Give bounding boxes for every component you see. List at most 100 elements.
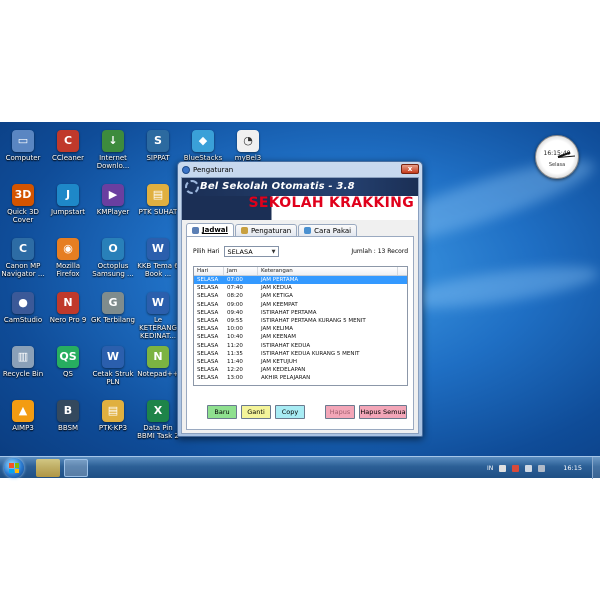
close-button[interactable]: x bbox=[401, 164, 419, 174]
copy-button[interactable]: Copy bbox=[275, 405, 305, 419]
table-row[interactable]: SELASA 12:20 JAM KEDELAPAN bbox=[194, 366, 407, 374]
desktop-icon[interactable]: ◔ myBel3 bbox=[225, 130, 271, 162]
table-row[interactable]: SELASA 13:00 AKHIR PELAJARAN bbox=[194, 374, 407, 382]
column-header-jam[interactable]: Jam bbox=[224, 267, 258, 275]
desktop-icon[interactable]: J Jumpstart bbox=[45, 184, 91, 216]
desktop-icon[interactable]: N Nero Pro 9 bbox=[45, 292, 91, 324]
desktop-icon[interactable]: QS QS bbox=[45, 346, 91, 378]
desktop-icon[interactable]: W KKB Tema 6 Book ... bbox=[135, 238, 181, 278]
cell-ket: JAM KEDUA bbox=[261, 285, 292, 292]
tab-label: Jadwal bbox=[202, 226, 228, 234]
cell-jam: 09:55 bbox=[227, 317, 243, 324]
table-row[interactable]: SELASA 11:20 ISTIRAHAT KEDUA bbox=[194, 342, 407, 350]
table-row[interactable]: SELASA 07:40 JAM KEDUA bbox=[194, 284, 407, 292]
desktop-icon-label: Octoplus Samsung ... bbox=[92, 262, 134, 278]
ganti-button[interactable]: Ganti bbox=[241, 405, 271, 419]
desktop-icon[interactable]: B BBSM bbox=[45, 400, 91, 432]
desktop-icon-label: Le KETERANG KEDINAT... bbox=[139, 316, 177, 340]
app-icon: W bbox=[147, 292, 169, 314]
clock-gadget[interactable]: 16:15:40 Selasa bbox=[535, 135, 579, 179]
desktop-icon-label: GK Terbilang bbox=[90, 316, 135, 324]
app-icon: J bbox=[57, 184, 79, 206]
cell-jam: 10:00 bbox=[227, 326, 243, 333]
window-title: Pengaturan bbox=[193, 165, 234, 174]
taskbar-clock[interactable]: 16:15 bbox=[563, 464, 582, 472]
table-row[interactable]: SELASA 08:20 JAM KETIGA bbox=[194, 292, 407, 300]
app-icon: B bbox=[57, 400, 79, 422]
desktop-icon[interactable]: ▲ AIMP3 bbox=[0, 400, 46, 432]
desktop-icon-label: Mozilla Firefox bbox=[55, 262, 81, 278]
table-row[interactable]: SELASA 11:40 JAM KETUJUH bbox=[194, 358, 407, 366]
hapus-semua-button[interactable]: Hapus Semua bbox=[359, 405, 407, 419]
desktop-icon[interactable]: ↓ Internet Downlo... bbox=[90, 130, 136, 170]
cell-jam: 13:00 bbox=[227, 375, 243, 382]
desktop-icon[interactable]: ● CamStudio bbox=[0, 292, 46, 324]
flag-icon[interactable] bbox=[512, 464, 520, 472]
desktop-icon-label: CCleaner bbox=[52, 154, 84, 162]
app-icon: ◔ bbox=[237, 130, 259, 152]
table-row[interactable]: SELASA 10:40 JAM KEENAM bbox=[194, 333, 407, 341]
explorer-taskbar-button[interactable] bbox=[36, 459, 60, 477]
window-titlebar[interactable]: Pengaturan bbox=[178, 162, 422, 177]
desktop-icon[interactable]: ▤ PTK SUHAT bbox=[135, 184, 181, 216]
column-header-keterangan[interactable]: Keterangan bbox=[258, 267, 398, 275]
app-icon: ▭ bbox=[12, 130, 34, 152]
network-icon[interactable] bbox=[499, 464, 507, 472]
table-row[interactable]: SELASA 09:00 JAM KEEMPAT bbox=[194, 301, 407, 309]
cell-ket: JAM KETUJUH bbox=[261, 358, 298, 365]
cell-hari: SELASA bbox=[197, 367, 219, 374]
pilih-hari-label: Pilih Hari bbox=[193, 248, 220, 255]
tab-cara-pakai[interactable]: Cara Pakai bbox=[298, 224, 358, 236]
hapus-button[interactable]: Hapus bbox=[325, 405, 355, 419]
cell-hari: SELASA bbox=[197, 358, 219, 365]
language-indicator[interactable]: IN bbox=[487, 465, 493, 472]
baru-button[interactable]: Baru bbox=[207, 405, 237, 419]
cell-hari: SELASA bbox=[197, 342, 219, 349]
desktop-icon[interactable]: C CCleaner bbox=[45, 130, 91, 162]
desktop-icon[interactable]: G GK Terbilang bbox=[90, 292, 136, 324]
table-row[interactable]: SELASA 11:35 ISTIRAHAT KEDUA KURANG 5 MENI… bbox=[194, 350, 407, 358]
cell-hari: SELASA bbox=[197, 301, 219, 308]
cell-jam: 10:40 bbox=[227, 334, 243, 341]
table-row[interactable]: SELASA 10:00 JAM KELIMA bbox=[194, 325, 407, 333]
desktop-icon[interactable]: N Notepad++ bbox=[135, 346, 181, 378]
device-icon[interactable] bbox=[525, 464, 533, 472]
cell-hari: SELASA bbox=[197, 285, 219, 292]
desktop-icon[interactable]: ▶ KMPlayer bbox=[90, 184, 136, 216]
cell-ket: JAM PERTAMA bbox=[261, 277, 299, 283]
cell-hari: SELASA bbox=[197, 375, 219, 382]
cell-ket: ISTIRAHAT PERTAMA KURANG 5 MENIT bbox=[261, 317, 366, 324]
column-header-hari[interactable]: Hari bbox=[194, 267, 224, 275]
desktop-icon[interactable]: ▭ Computer bbox=[0, 130, 46, 162]
desktop-icon[interactable]: X Data Pin BBMI Task 2 bbox=[135, 400, 181, 440]
desktop-icon[interactable]: W Cetak Struk PLN bbox=[90, 346, 136, 386]
tab-jadwal[interactable]: Jadwal bbox=[186, 223, 234, 236]
desktop-icon[interactable]: ▥ Recycle Bin bbox=[0, 346, 46, 378]
show-desktop-button[interactable] bbox=[592, 457, 600, 479]
desktop-icon[interactable]: ▤ PTK-KP3 bbox=[90, 400, 136, 432]
desktop-icon[interactable]: ◆ BlueStacks bbox=[180, 130, 226, 162]
schedule-table[interactable]: Hari Jam Keterangan SELASA 07:00 JAM PERTA… bbox=[193, 266, 408, 386]
table-row[interactable]: SELASA 07:00 JAM PERTAMA bbox=[194, 276, 407, 285]
app-banner: Bel Sekolah Otomatis - 3.8 SEKOLAH KRAKK… bbox=[182, 178, 418, 220]
table-row[interactable]: SELASA 09:40 ISTIRAHAT PERTAMA bbox=[194, 309, 407, 317]
cell-jam: 09:40 bbox=[227, 309, 243, 316]
tab-pengaturan[interactable]: Pengaturan bbox=[234, 224, 298, 236]
desktop-icon[interactable]: O Octoplus Samsung ... bbox=[90, 238, 136, 278]
desktop-icon[interactable]: ◉ Mozilla Firefox bbox=[45, 238, 91, 278]
tab-label: Pengaturan bbox=[250, 226, 292, 235]
table-row[interactable]: SELASA 09:55 ISTIRAHAT PERTAMA KURANG 5 ME… bbox=[194, 317, 407, 325]
hari-select[interactable]: SELASA ▼ bbox=[223, 246, 279, 257]
cell-jam: 07:40 bbox=[227, 285, 243, 292]
desktop-icon[interactable]: S SIPPAT bbox=[135, 130, 181, 162]
desktop-icon[interactable]: W Le KETERANG KEDINAT... bbox=[135, 292, 181, 340]
desktop-icon[interactable]: C Canon MP Navigator ... bbox=[0, 238, 46, 278]
action-buttons: Baru Ganti Copy Hapus Hapus Semua bbox=[207, 405, 407, 419]
chevron-down-icon[interactable]: ▼ bbox=[270, 249, 278, 255]
bel-app-taskbar-button[interactable] bbox=[64, 459, 88, 477]
start-button[interactable] bbox=[4, 458, 24, 478]
cell-hari: SELASA bbox=[197, 317, 219, 324]
volume-icon[interactable] bbox=[538, 464, 546, 472]
desktop-icon[interactable]: 3D Quick 3D Cover bbox=[0, 184, 46, 224]
gear-icon bbox=[185, 180, 199, 194]
